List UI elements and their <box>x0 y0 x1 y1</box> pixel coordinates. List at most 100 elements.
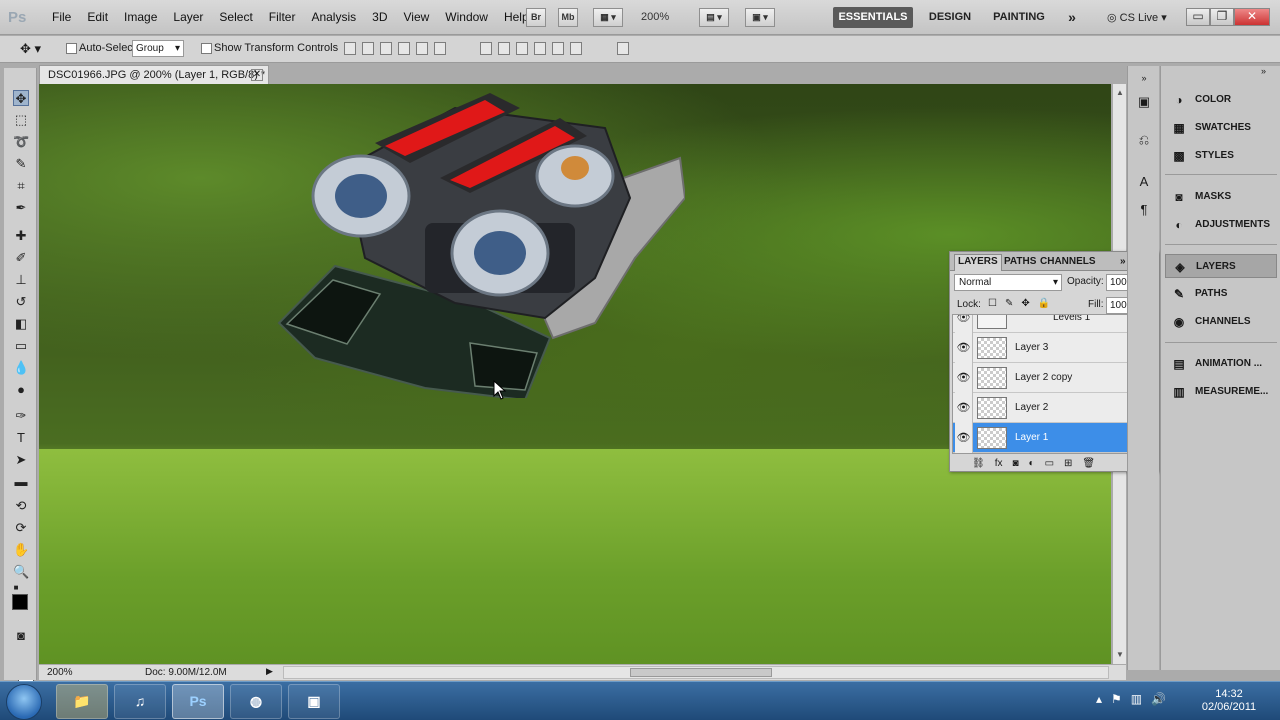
align-left-icon[interactable] <box>398 42 410 55</box>
mini-bridge-icon[interactable]: ▣ <box>1136 94 1152 110</box>
link-layers-icon[interactable]: ⛓ <box>972 458 985 469</box>
close-window-button[interactable]: ✕ <box>1234 8 1270 26</box>
3d-rotate-tool-icon[interactable]: ⟲ <box>13 498 29 514</box>
status-menu-arrow-icon[interactable]: ▶ <box>266 666 273 677</box>
clone-stamp-tool-icon[interactable]: ⊥ <box>13 272 29 288</box>
dock-masks[interactable]: ◙ MASKS <box>1165 185 1277 209</box>
visibility-eye-icon[interactable]: 👁 <box>955 393 973 423</box>
marquee-tool-icon[interactable]: ⬚ <box>13 112 29 128</box>
dodge-tool-icon[interactable]: ● <box>13 382 29 398</box>
tab-paths[interactable]: PATHS <box>1004 256 1036 267</box>
explorer-taskbar-button[interactable]: 📁 <box>56 684 108 719</box>
character-icon[interactable]: A <box>1136 174 1152 190</box>
arrange-documents-button[interactable]: ▤ ▾ <box>699 8 729 27</box>
horizontal-scroll-thumb[interactable] <box>630 668 772 677</box>
menu-view[interactable]: View <box>395 10 437 24</box>
layer-row[interactable]: 👁 Layer 3 <box>953 333 1143 363</box>
dock-styles[interactable]: ▩ STYLES <box>1165 144 1277 168</box>
document-tab[interactable]: DSC01966.JPG @ 200% (Layer 1, RGB/8) * ✕ <box>39 65 269 84</box>
dock-adjustments[interactable]: ◐ ADJUSTMENTS <box>1165 213 1277 237</box>
layer-row[interactable]: 👁 Layer 2 copy <box>953 363 1143 393</box>
distribute-top-icon[interactable] <box>480 42 492 55</box>
network-icon[interactable]: ▥ <box>1131 692 1142 706</box>
minimize-button[interactable]: ▭ <box>1186 8 1210 26</box>
menu-file[interactable]: File <box>44 10 79 24</box>
align-right-icon[interactable] <box>434 42 446 55</box>
expand-dock-icon[interactable]: » <box>1261 66 1266 76</box>
new-layer-icon[interactable]: ⊞ <box>1064 458 1072 469</box>
dock-swatches[interactable]: ▦ SWATCHES <box>1165 116 1277 140</box>
close-document-icon[interactable]: ✕ <box>251 69 263 81</box>
blend-mode-dropdown[interactable]: Normal ▾ <box>954 274 1062 291</box>
lock-all-icon[interactable]: 🔒 <box>1038 298 1050 309</box>
auto-align-icon[interactable] <box>617 42 629 55</box>
dock-measurement[interactable]: ▥ MEASUREME... <box>1165 380 1277 404</box>
gradient-tool-icon[interactable]: ▭ <box>13 338 29 354</box>
menu-edit[interactable]: Edit <box>79 10 116 24</box>
workspace-design[interactable]: DESIGN <box>924 7 976 28</box>
type-tool-icon[interactable]: T <box>13 430 29 446</box>
delete-layer-icon[interactable]: 🗑 <box>1082 458 1095 469</box>
workspace-painting[interactable]: PAINTING <box>986 7 1052 28</box>
menu-3d[interactable]: 3D <box>364 10 395 24</box>
history-icon[interactable]: ⎌ <box>1136 132 1152 148</box>
history-brush-tool-icon[interactable]: ↺ <box>13 294 29 310</box>
distribute-right-icon[interactable] <box>570 42 582 55</box>
quick-selection-tool-icon[interactable]: ✎ <box>13 156 29 172</box>
quick-mask-icon[interactable]: ◙ <box>13 628 29 644</box>
firefox-taskbar-button[interactable]: ◍ <box>230 684 282 719</box>
distribute-vcenter-icon[interactable] <box>498 42 510 55</box>
menu-filter[interactable]: Filter <box>261 10 304 24</box>
show-transform-checkbox[interactable] <box>201 43 212 54</box>
scroll-up-icon[interactable]: ▲ <box>1116 88 1124 97</box>
start-button[interactable] <box>6 684 42 720</box>
zoom-level-dropdown[interactable]: 200% <box>641 11 669 23</box>
photoshop-taskbar-button[interactable]: Ps <box>172 684 224 719</box>
tab-channels[interactable]: CHANNELS <box>1040 256 1096 267</box>
distribute-bottom-icon[interactable] <box>516 42 528 55</box>
auto-select-checkbox[interactable] <box>66 43 77 54</box>
path-selection-tool-icon[interactable]: ➤ <box>13 452 29 468</box>
restore-button[interactable]: ❐ <box>1210 8 1234 26</box>
foreground-color-swatch[interactable] <box>12 594 28 610</box>
crop-tool-icon[interactable]: ⌗ <box>13 178 29 194</box>
action-center-icon[interactable]: ⚑ <box>1111 692 1122 706</box>
menu-window[interactable]: Window <box>437 10 496 24</box>
visibility-eye-icon[interactable]: 👁 <box>955 363 973 393</box>
taskbar-clock[interactable]: 14:32 02/06/2011 <box>1196 688 1262 714</box>
menu-layer[interactable]: Layer <box>165 10 211 24</box>
view-extras-button[interactable]: ▦ ▾ <box>593 8 623 27</box>
menu-image[interactable]: Image <box>116 10 165 24</box>
align-vcenter-icon[interactable] <box>362 42 374 55</box>
volume-icon[interactable]: 🔊 <box>1151 692 1166 706</box>
document-size-info[interactable]: Doc: 9.00M/12.0M <box>145 667 227 678</box>
move-tool-icon[interactable]: ✥ <box>13 90 29 106</box>
new-group-icon[interactable]: ▭ <box>1045 458 1054 469</box>
cs-live-button[interactable]: ◎ CS Live ▾ <box>1107 11 1167 24</box>
pen-tool-icon[interactable]: ✑ <box>13 408 29 424</box>
brush-tool-icon[interactable]: ✐ <box>13 250 29 266</box>
workspace-essentials[interactable]: ESSENTIALS <box>833 7 913 28</box>
layer-row[interactable]: 👁 Layer 2 <box>953 393 1143 423</box>
zoom-field[interactable]: 200% <box>47 667 73 678</box>
tray-expand-icon[interactable]: ▴ <box>1096 692 1102 706</box>
scroll-down-icon[interactable]: ▼ <box>1116 650 1124 659</box>
workspace-more-button[interactable]: » <box>1062 7 1082 28</box>
distribute-hcenter-icon[interactable] <box>552 42 564 55</box>
lasso-tool-icon[interactable]: ➰ <box>13 134 29 150</box>
dock-paths[interactable]: ✎ PATHS <box>1165 282 1277 306</box>
collapse-panel-icon[interactable]: » <box>1120 256 1126 267</box>
auto-select-dropdown[interactable]: Group ▾ <box>132 40 184 57</box>
dock-animation[interactable]: ▤ ANIMATION ... <box>1165 352 1277 376</box>
shape-tool-icon[interactable]: ▬ <box>13 474 29 490</box>
adjustment-layer-icon[interactable]: ◐ <box>1029 458 1035 469</box>
align-hcenter-icon[interactable] <box>416 42 428 55</box>
dock-color[interactable]: ◑ COLOR <box>1165 88 1277 112</box>
collapse-dock-icon[interactable]: » <box>1136 70 1152 86</box>
mini-bridge-button[interactable]: Mb <box>558 8 578 27</box>
tab-layers[interactable]: LAYERS <box>954 254 1002 271</box>
eyedropper-tool-icon[interactable]: ✒ <box>13 200 29 216</box>
itunes-taskbar-button[interactable]: ♫ <box>114 684 166 719</box>
menu-select[interactable]: Select <box>211 10 260 24</box>
lock-position-icon[interactable]: ✥ <box>1021 298 1029 309</box>
